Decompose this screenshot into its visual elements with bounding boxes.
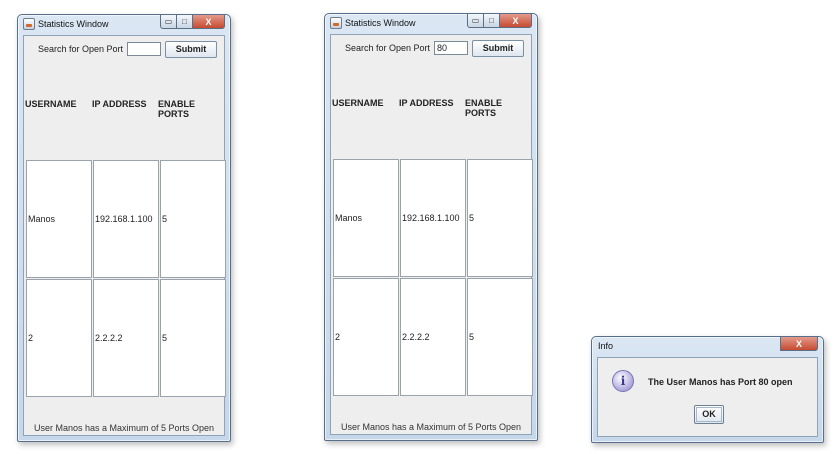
window-title: Statistics Window bbox=[38, 19, 109, 29]
column-header-username: USERNAME bbox=[332, 98, 384, 108]
table-cell[interactable]: 192.168.1.100 bbox=[93, 160, 159, 278]
search-port-label: Search for Open Port bbox=[345, 43, 431, 53]
statistics-window-1: Statistics Window ▭ □ X Search for Open … bbox=[17, 14, 231, 442]
minimize-icon[interactable]: ▭ bbox=[160, 15, 177, 29]
submit-button[interactable]: Submit bbox=[472, 40, 524, 57]
table-cell[interactable]: 5 bbox=[467, 159, 533, 277]
table-cell[interactable]: Manos bbox=[333, 159, 399, 277]
info-dialog: Info X i The User Manos has Port 80 open… bbox=[591, 336, 824, 443]
search-port-label: Search for Open Port bbox=[38, 44, 124, 54]
table-cell[interactable]: 2 bbox=[26, 279, 92, 397]
window-content: Search for Open Port 80 Submit USERNAME … bbox=[330, 34, 534, 435]
column-header-ip-address: IP ADDRESS bbox=[399, 98, 454, 108]
title-bar[interactable]: Statistics Window ▭ □ X bbox=[325, 14, 537, 33]
dialog-content: i The User Manos has Port 80 open OK bbox=[597, 357, 818, 437]
close-icon[interactable]: X bbox=[780, 337, 818, 351]
window-icon bbox=[23, 18, 35, 30]
user-table: Manos 192.168.1.100 5 2 2.2.2.2 5 bbox=[26, 160, 227, 398]
table-cell[interactable]: 5 bbox=[160, 279, 226, 397]
status-footer: User Manos has a Maximum of 5 Ports Open bbox=[340, 422, 522, 432]
close-icon[interactable]: X bbox=[499, 14, 532, 28]
column-header-enable-ports: ENABLE PORTS bbox=[465, 98, 503, 118]
submit-button[interactable]: Submit bbox=[165, 41, 217, 58]
column-header-enable-ports: ENABLE PORTS bbox=[158, 99, 196, 119]
caption-buttons: ▭ □ X bbox=[467, 14, 532, 29]
user-table: Manos 192.168.1.100 5 2 2.2.2.2 5 bbox=[333, 159, 534, 397]
port-input[interactable] bbox=[127, 42, 161, 56]
dialog-title: Info bbox=[598, 341, 614, 351]
port-input[interactable]: 80 bbox=[434, 41, 468, 55]
table-cell[interactable]: 5 bbox=[160, 160, 226, 278]
table-cell[interactable]: 2.2.2.2 bbox=[400, 278, 466, 396]
maximize-icon[interactable]: □ bbox=[483, 14, 500, 28]
dialog-message: The User Manos has Port 80 open bbox=[648, 377, 793, 387]
ok-button[interactable]: OK bbox=[694, 405, 724, 424]
column-header-username: USERNAME bbox=[25, 99, 77, 109]
table-cell[interactable]: 192.168.1.100 bbox=[400, 159, 466, 277]
dialog-title-bar[interactable]: Info X bbox=[592, 337, 823, 356]
table-cell[interactable]: Manos bbox=[26, 160, 92, 278]
statistics-window-2: Statistics Window ▭ □ X Search for Open … bbox=[324, 13, 538, 441]
window-content: Search for Open Port Submit USERNAME IP … bbox=[23, 35, 227, 436]
caption-buttons: X bbox=[780, 337, 818, 352]
info-icon: i bbox=[612, 370, 634, 392]
status-footer: User Manos has a Maximum of 5 Ports Open bbox=[33, 423, 215, 433]
caption-buttons: ▭ □ X bbox=[160, 15, 225, 30]
maximize-icon[interactable]: □ bbox=[176, 15, 193, 29]
table-cell[interactable]: 2.2.2.2 bbox=[93, 279, 159, 397]
table-cell[interactable]: 2 bbox=[333, 278, 399, 396]
title-bar[interactable]: Statistics Window ▭ □ X bbox=[18, 15, 230, 34]
window-title: Statistics Window bbox=[345, 18, 416, 28]
minimize-icon[interactable]: ▭ bbox=[467, 14, 484, 28]
table-cell[interactable]: 5 bbox=[467, 278, 533, 396]
window-icon bbox=[330, 17, 342, 29]
column-header-ip-address: IP ADDRESS bbox=[92, 99, 147, 109]
close-icon[interactable]: X bbox=[192, 15, 225, 29]
